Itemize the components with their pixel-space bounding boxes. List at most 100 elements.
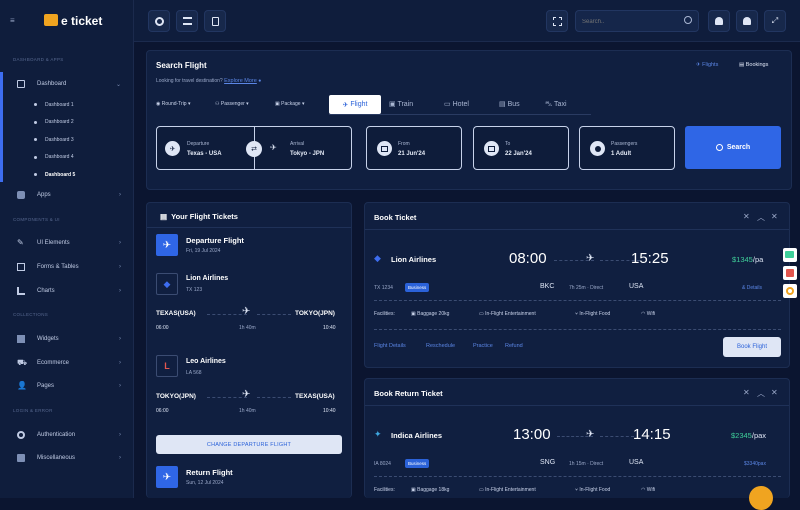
nav-widgets[interactable]: Widgets › — [17, 333, 121, 345]
nav-dashboard-5[interactable]: Dashboard 5 — [34, 166, 124, 184]
close-icon[interactable]: ✕ — [771, 388, 778, 397]
chevron-right-icon: › — [119, 432, 121, 438]
flights-link[interactable]: ✈ Flights — [696, 62, 718, 68]
departure-value[interactable]: Texas - USA — [187, 151, 222, 157]
search-flight-card: Search Flight Looking for travel destina… — [146, 50, 792, 190]
passengers-field[interactable]: Passengers 1 Adult — [579, 126, 675, 170]
leo-logo-icon: L — [156, 355, 178, 377]
return-plane-icon: ✈ — [156, 466, 178, 488]
misc-icon — [17, 454, 25, 462]
facility-wifi: ◠ Wifi — [641, 487, 655, 493]
return-details-link[interactable]: $3340pax — [744, 461, 766, 467]
globe-icon[interactable] — [148, 10, 170, 32]
nav-dashboard-2[interactable]: Dashboard 2 — [34, 114, 124, 132]
layout-icon[interactable] — [176, 10, 198, 32]
cart-icon: ⛟ — [17, 358, 28, 367]
tab-taxi[interactable]: ⛍ Taxi — [545, 100, 567, 109]
nav-dashboard-3[interactable]: Dashboard 3 — [34, 131, 124, 149]
close-icon[interactable]: ✕ — [743, 212, 750, 221]
search-box[interactable] — [575, 10, 699, 32]
bell-icon[interactable] — [708, 10, 730, 32]
book-flight-button[interactable]: Book Flight — [723, 337, 781, 357]
practice-link[interactable]: Practice — [473, 343, 493, 349]
nav-ui-elements[interactable]: ✎ UI Elements › — [17, 237, 121, 249]
nav-miscellaneous[interactable]: Miscellaneous › — [17, 452, 121, 464]
nav-forms-label: Forms & Tables — [37, 264, 79, 270]
close-icon[interactable]: ✕ — [771, 212, 778, 221]
search-input[interactable] — [582, 16, 678, 28]
flight-details-link[interactable]: Flight Details — [374, 343, 406, 349]
nav-pages[interactable]: 👤 Pages › — [17, 380, 121, 392]
package-select[interactable]: ▣ Package ▾ — [275, 101, 305, 107]
refund-link[interactable]: Refund — [505, 343, 523, 349]
close-icon[interactable]: ✕ — [743, 388, 750, 397]
to-date-field[interactable]: To 22 Jan'24 — [473, 126, 569, 170]
floating-action-button[interactable] — [749, 486, 773, 510]
tab-bus[interactable]: ▤ Bus — [499, 100, 520, 108]
lion-logo-icon: ◆ — [156, 273, 178, 295]
divider — [365, 229, 789, 230]
nav-forms[interactable]: Forms & Tables › — [17, 261, 121, 273]
return-arr-time: 14:15 — [633, 426, 671, 443]
dashboard-icon — [17, 80, 25, 88]
tab-train[interactable]: ▣ Train — [389, 100, 413, 108]
change-departure-button[interactable]: CHANGE DEPARTURE FLIGHT — [156, 435, 342, 454]
ticket1-duration: 1h 40m — [239, 325, 256, 331]
train-icon: ▣ — [389, 101, 396, 108]
nav-dashboard-4[interactable]: Dashboard 4 — [34, 149, 124, 167]
book-origin: BKC — [540, 283, 555, 290]
collapse-icon[interactable]: ︿ — [757, 212, 765, 223]
fullscreen-icon[interactable] — [546, 10, 568, 32]
divider — [365, 405, 789, 406]
profile-icon[interactable] — [736, 10, 758, 32]
ticket-icon: ▤ — [160, 212, 168, 221]
reschedule-link[interactable]: Reschedule — [426, 343, 455, 349]
swap-icon[interactable]: ⇄ — [246, 141, 262, 157]
nav-authentication[interactable]: Authentication › — [17, 429, 121, 441]
menu-icon[interactable]: ≡ — [10, 16, 15, 25]
passengers-value: 1 Adult — [611, 151, 632, 157]
nav-dashboard[interactable]: Dashboard ⌄ — [17, 78, 121, 90]
search-icon[interactable] — [684, 16, 692, 24]
from-date-field[interactable]: From 21 Jun'24 — [366, 126, 462, 170]
nav-ecommerce[interactable]: ⛟ Ecommerce › — [17, 357, 121, 369]
search-button[interactable]: Search — [685, 126, 781, 169]
book-destination: USA — [629, 283, 644, 290]
book-route-info: 7h 25m · Direct — [569, 285, 604, 291]
departure-flight-date: Fri, 19 Jul 2024 — [186, 248, 221, 254]
route-line — [257, 314, 291, 315]
passenger-select[interactable]: ⚇ Passenger ▾ — [215, 101, 249, 107]
book-ticket-title: Book Ticket — [374, 213, 417, 222]
plane-icon: ✈ — [586, 253, 595, 264]
chevron-right-icon: › — [119, 336, 121, 342]
nav-charts[interactable]: Charts › — [17, 285, 121, 297]
nav-auth-label: Authentication — [37, 432, 76, 438]
person-icon — [590, 141, 605, 156]
route-field[interactable]: ✈ Departure Texas - USA ⇄ Arrival Tokyo … — [156, 126, 352, 170]
return-route-info: 1h 15m · Direct — [569, 461, 604, 467]
explore-link[interactable]: Explore More — [224, 78, 257, 84]
search-title: Search Flight — [156, 61, 207, 70]
hotel-icon: ▭ — [444, 101, 451, 108]
takeoff-icon: ✈ — [165, 141, 180, 156]
wifi-icon: ◠ — [641, 487, 646, 493]
facility-baggage: ▣ Baggage 18kg — [411, 487, 449, 493]
book-details-link[interactable]: & Details — [742, 285, 762, 291]
collapse-icon[interactable]: ︿ — [757, 388, 765, 399]
expand-icon[interactable]: ⤢ — [764, 10, 786, 32]
landing-icon: ✈ — [270, 143, 277, 152]
book-arr-time: 15:25 — [631, 250, 669, 267]
return-flight-title: Return Flight — [186, 468, 233, 477]
book-price: $1345/pa — [732, 255, 763, 264]
arrival-value[interactable]: Tokyo - JPN — [290, 151, 324, 157]
departure-plane-icon: ✈ — [156, 234, 178, 256]
return-price: $2345/pax — [731, 431, 766, 440]
nav-apps[interactable]: Apps › — [17, 189, 121, 201]
nav-dashboard-1[interactable]: Dashboard 1 — [34, 96, 124, 114]
tab-hotel[interactable]: ▭ Hotel — [444, 100, 469, 108]
trip-select[interactable]: ◉ Round-Trip ▾ — [156, 101, 191, 107]
bookings-link[interactable]: ▤ Bookings — [739, 62, 768, 68]
clipboard-icon[interactable] — [204, 10, 226, 32]
passengers-label: Passengers — [611, 141, 638, 147]
tab-flight[interactable]: ✈ Flight — [329, 95, 381, 114]
